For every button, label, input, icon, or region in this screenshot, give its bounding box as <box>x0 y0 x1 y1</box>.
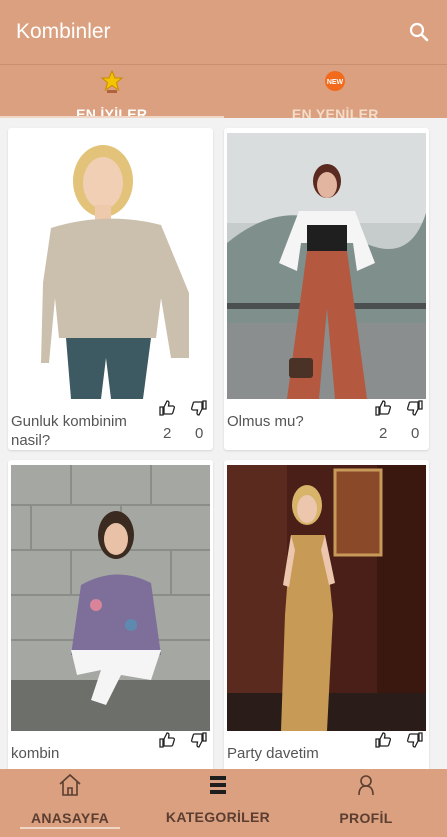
thumbs-down-icon[interactable] <box>406 399 424 417</box>
list-icon <box>208 774 228 801</box>
like-count: 2 <box>379 425 388 442</box>
tab-newest[interactable]: NEW EN YENİLER <box>224 65 447 122</box>
nav-active-indicator <box>20 827 120 829</box>
thumbs-up-icon[interactable] <box>374 399 392 417</box>
post-caption: Gunluk kombinim nasil? <box>11 413 127 449</box>
nav-profile[interactable]: PROFİL <box>318 769 414 837</box>
post-photo[interactable] <box>227 465 426 731</box>
thumbs-down-icon[interactable] <box>190 731 208 749</box>
thumbs-up-icon[interactable] <box>158 399 176 417</box>
thumbs-up-icon[interactable] <box>374 731 392 749</box>
search-icon[interactable] <box>407 20 431 44</box>
thumbs-down-icon[interactable] <box>406 731 424 749</box>
user-icon <box>355 773 377 802</box>
nav-categories-label: KATEGORİLER <box>165 809 271 825</box>
thumbs-down-icon[interactable] <box>190 399 208 417</box>
tab-bar: EN İYİLER NEW EN YENİLER <box>0 64 447 122</box>
thumbs-up-icon[interactable] <box>158 731 176 749</box>
nav-profile-label: PROFİL <box>339 810 393 826</box>
dislike-count: 0 <box>411 425 420 442</box>
home-icon <box>57 773 83 802</box>
post-caption: Party davetim <box>227 745 319 762</box>
dislike-count: 0 <box>195 425 204 442</box>
new-badge-icon: NEW <box>322 69 348 100</box>
bottom-nav: ANASAYFA KATEGORİLER PROFİL <box>0 769 447 837</box>
post-photo[interactable] <box>227 133 426 399</box>
post-caption: Olmus mu? <box>227 413 304 430</box>
nav-home-label: ANASAYFA <box>30 810 110 826</box>
app-title: Kombinler <box>16 20 111 43</box>
tab-best[interactable]: EN İYİLER <box>0 65 224 122</box>
post-photo[interactable] <box>11 133 210 399</box>
post-card[interactable]: Party davetim <box>224 460 429 769</box>
nav-categories[interactable]: KATEGORİLER <box>158 769 278 837</box>
post-caption: kombin <box>11 745 60 762</box>
like-count: 2 <box>163 425 172 442</box>
trophy-icon <box>99 69 125 100</box>
feed-grid: Gunluk kombinim nasil? 2 0 Olmus mu? 2 0… <box>0 118 447 769</box>
nav-home[interactable]: ANASAYFA <box>20 769 120 837</box>
post-photo[interactable] <box>11 465 210 731</box>
new-badge-text: NEW <box>327 79 344 86</box>
post-card[interactable]: kombin <box>8 460 213 769</box>
app-bar: Kombinler <box>0 0 447 64</box>
post-card[interactable]: Olmus mu? 2 0 <box>224 128 429 450</box>
post-card[interactable]: Gunluk kombinim nasil? 2 0 <box>8 128 213 450</box>
